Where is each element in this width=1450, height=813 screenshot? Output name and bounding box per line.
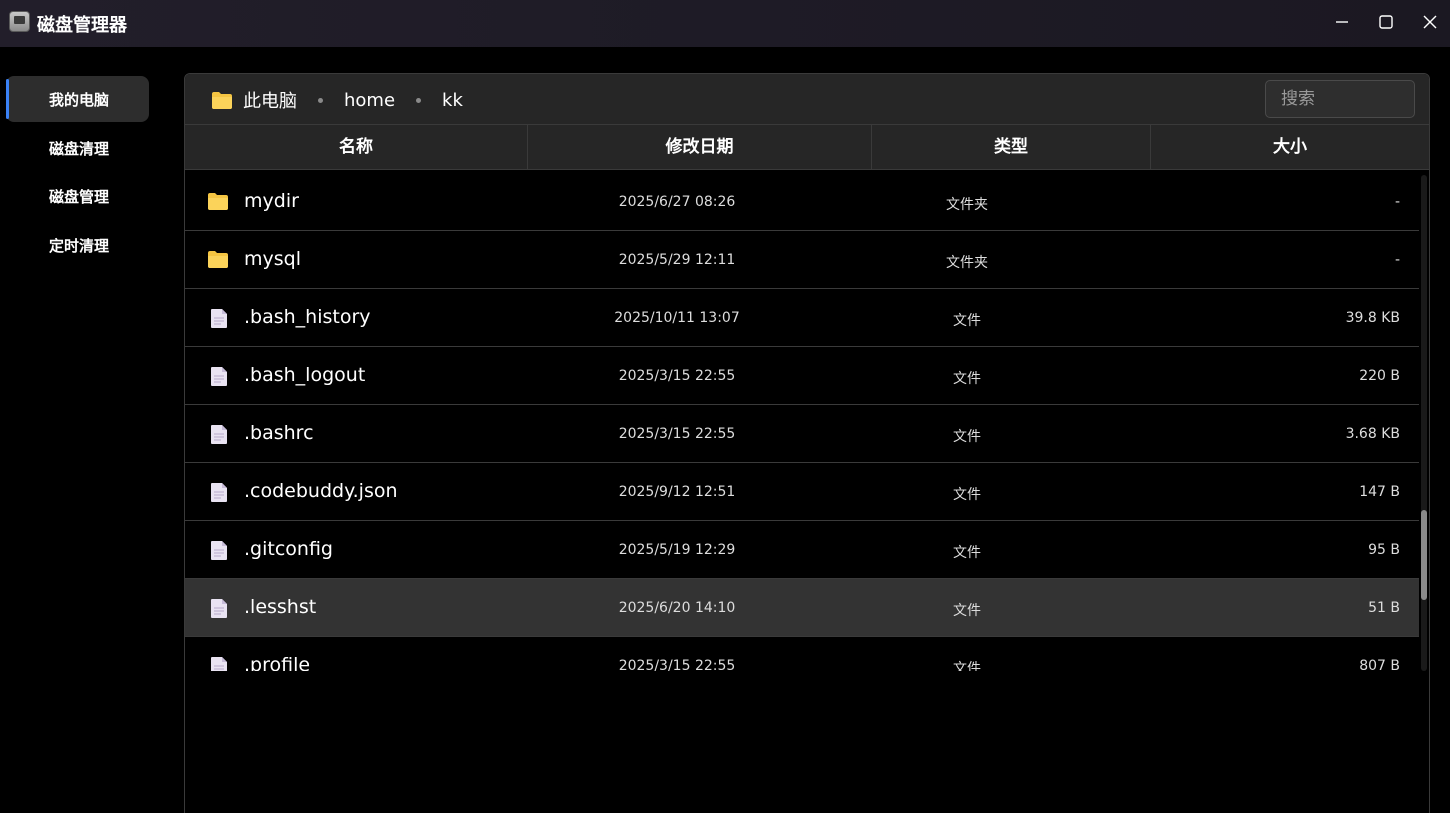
minimize-icon	[1336, 21, 1348, 23]
sidebar: 我的电脑 磁盘清理 磁盘管理 定时清理	[0, 47, 160, 813]
modified-date: 2025/3/15 22:55	[618, 368, 736, 384]
file-name: .bashrc	[244, 422, 314, 444]
sidebar-item-disk-cleanup[interactable]: 磁盘清理	[6, 125, 149, 171]
table-row[interactable]: .bash_logout 2025/3/15 22:55 文件 220 B	[185, 347, 1419, 405]
minimize-button[interactable]	[1319, 0, 1365, 44]
file-icon	[210, 656, 228, 671]
sidebar-item-disk-management[interactable]: 磁盘管理	[6, 173, 149, 219]
file-name: .profile	[244, 654, 311, 671]
breadcrumb-kk[interactable]: kk	[442, 90, 463, 111]
maximize-button[interactable]	[1363, 0, 1409, 44]
file-name: mysql	[244, 248, 301, 270]
file-type: 文件	[953, 603, 981, 619]
file-size: 147 B	[1359, 484, 1400, 500]
table-row[interactable]: .codebuddy.json 2025/9/12 12:51 文件 147 B	[185, 463, 1419, 521]
file-type: 文件夹	[946, 197, 988, 213]
file-name: .bash_logout	[244, 364, 366, 386]
file-name: .codebuddy.json	[244, 480, 398, 502]
close-button[interactable]	[1407, 0, 1450, 44]
file-size: -	[1394, 252, 1400, 268]
column-header-type[interactable]: 类型	[872, 125, 1150, 169]
breadcrumb-separator	[416, 97, 422, 103]
file-icon	[210, 540, 228, 565]
window-title: 磁盘管理器	[37, 15, 127, 36]
file-icon	[210, 308, 228, 333]
maximize-icon	[1379, 15, 1393, 29]
sidebar-item-my-computer[interactable]: 我的电脑	[6, 76, 149, 122]
modified-date: 2025/10/11 13:07	[614, 310, 740, 326]
table-row[interactable]: mydir 2025/6/27 08:26 文件夹 -	[185, 175, 1419, 231]
modified-date: 2025/9/12 12:51	[618, 484, 736, 500]
file-type: 文件	[953, 371, 981, 387]
search-input[interactable]	[1265, 80, 1415, 118]
breadcrumb: 此电脑 home kk	[211, 87, 463, 113]
file-icon	[210, 482, 228, 507]
table-row[interactable]: .bash_history 2025/10/11 13:07 文件 39.8 KB	[185, 289, 1419, 347]
file-name: .gitconfig	[244, 538, 333, 560]
column-header-size[interactable]: 大小	[1151, 125, 1429, 169]
breadcrumb-home[interactable]: home	[344, 90, 395, 111]
modified-date: 2025/3/15 22:55	[618, 426, 736, 442]
app-icon	[9, 11, 30, 32]
column-header-name[interactable]: 名称	[185, 125, 527, 169]
file-type: 文件	[953, 545, 981, 561]
modified-date: 2025/3/15 22:55	[618, 658, 736, 671]
table-header: 名称 修改日期 类型 大小	[185, 124, 1429, 170]
sidebar-item-label: 磁盘管理	[49, 187, 110, 206]
file-size: 51 B	[1368, 600, 1400, 616]
panel-header: 此电脑 home kk 名称 修改日期 类型 大小	[185, 74, 1429, 170]
file-type: 文件	[953, 313, 981, 329]
file-size: 220 B	[1359, 368, 1400, 384]
table-row[interactable]: mysql 2025/5/29 12:11 文件夹 -	[185, 231, 1419, 289]
folder-icon	[207, 192, 229, 215]
file-name: .bash_history	[244, 306, 371, 328]
breadcrumb-root[interactable]: 此电脑	[243, 87, 297, 113]
file-size: 39.8 KB	[1345, 310, 1400, 326]
sidebar-item-label: 定时清理	[49, 236, 110, 255]
sidebar-item-label: 磁盘清理	[49, 139, 110, 158]
folder-icon	[207, 250, 229, 273]
file-size: 807 B	[1359, 658, 1400, 671]
file-type: 文件	[953, 487, 981, 503]
modified-date: 2025/5/19 12:29	[618, 542, 736, 558]
file-name: .lesshst	[244, 596, 317, 618]
file-size: 95 B	[1368, 542, 1400, 558]
file-icon	[210, 598, 228, 623]
sidebar-item-label: 我的电脑	[49, 90, 110, 109]
column-header-date[interactable]: 修改日期	[528, 125, 871, 169]
title-bar: 磁盘管理器	[0, 0, 1450, 47]
table-row[interactable]: .lesshst 2025/6/20 14:10 文件 51 B	[185, 579, 1419, 637]
file-name: mydir	[244, 190, 299, 212]
file-icon	[210, 366, 228, 391]
modified-date: 2025/6/20 14:10	[618, 600, 736, 616]
file-list: mydir 2025/6/27 08:26 文件夹 - mysql 2025/5/29 1…	[185, 175, 1419, 671]
modified-date: 2025/5/29 12:11	[618, 252, 736, 268]
breadcrumb-separator	[318, 97, 323, 103]
table-row[interactable]: .gitconfig 2025/5/19 12:29 文件 95 B	[185, 521, 1419, 579]
scrollbar-thumb[interactable]	[1421, 510, 1427, 600]
modified-date: 2025/6/27 08:26	[618, 194, 736, 210]
sidebar-item-scheduled-cleanup[interactable]: 定时清理	[6, 222, 149, 268]
file-icon	[210, 424, 228, 449]
file-size: 3.68 KB	[1345, 426, 1400, 442]
file-type: 文件	[953, 429, 981, 445]
close-icon	[1423, 15, 1437, 29]
file-size: -	[1394, 194, 1400, 210]
file-browser-panel: 此电脑 home kk 名称 修改日期 类型 大小 mydir 2025/6/27…	[184, 73, 1430, 813]
file-type: 文件夹	[946, 255, 988, 271]
folder-icon	[212, 91, 232, 109]
table-row[interactable]: .bashrc 2025/3/15 22:55 文件 3.68 KB	[185, 405, 1419, 463]
table-row[interactable]: .profile 2025/3/15 22:55 文件 807 B	[185, 637, 1419, 671]
file-type: 文件	[953, 661, 981, 671]
